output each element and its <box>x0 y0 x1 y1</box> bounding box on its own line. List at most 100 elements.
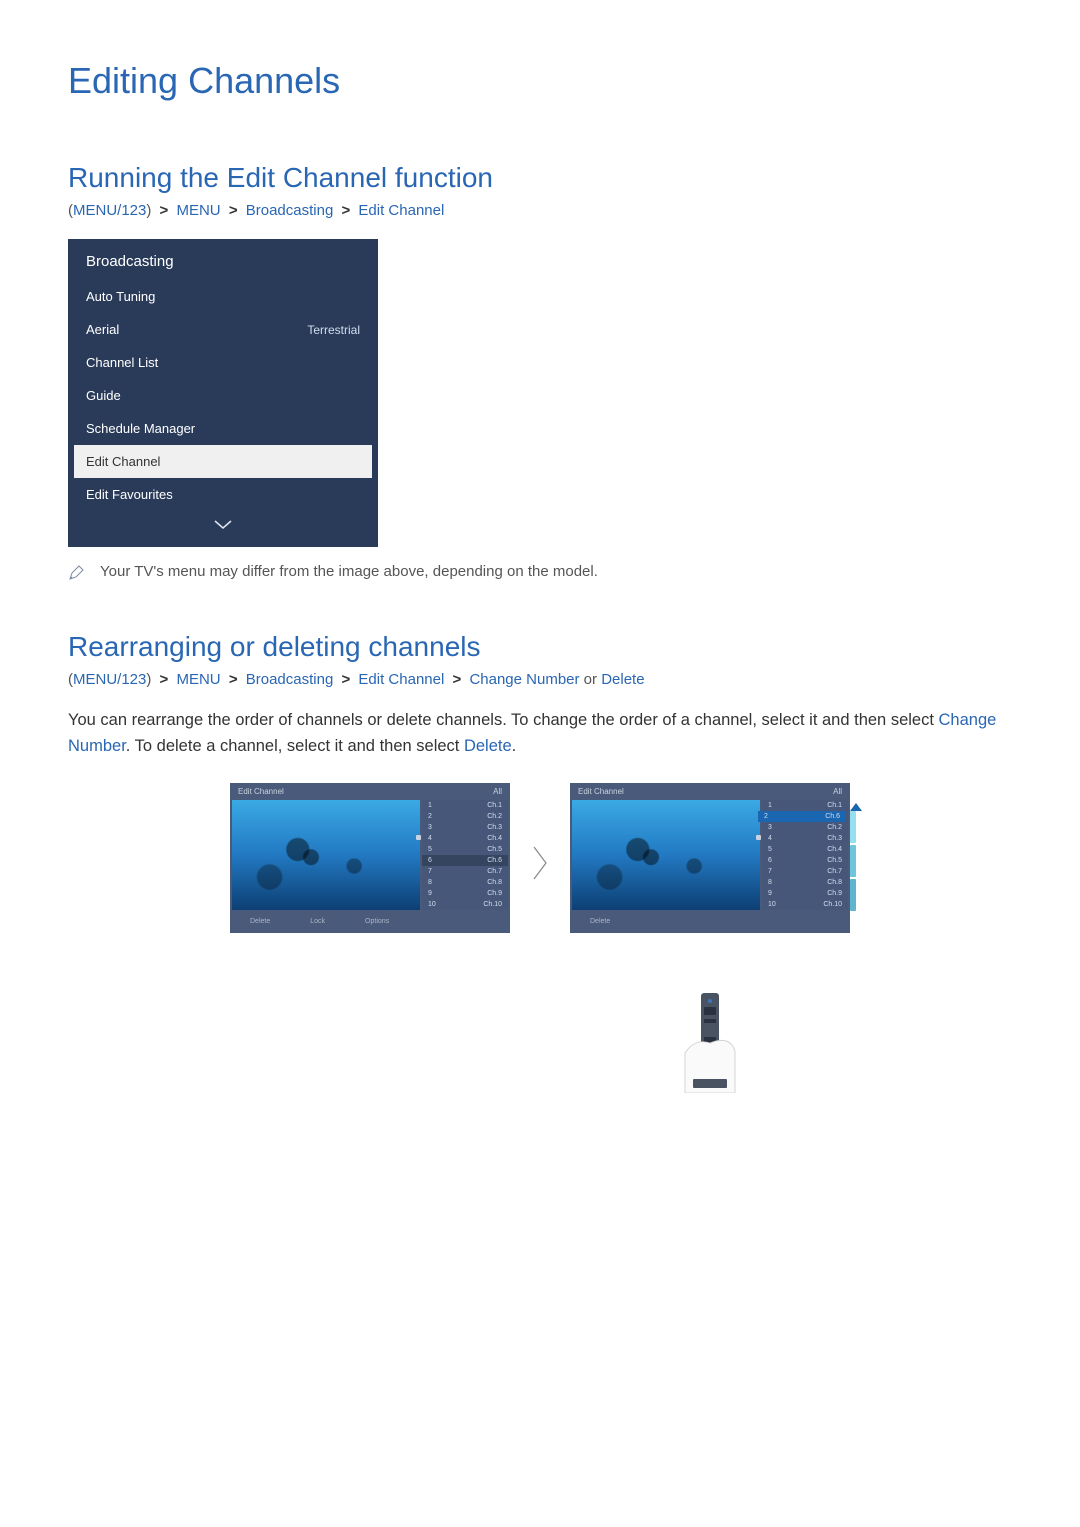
pv-footer-options: Options <box>365 918 389 925</box>
menu-item-label: Aerial <box>86 322 119 337</box>
channel-num: 6 <box>428 857 432 864</box>
channel-row: 2Ch.6 <box>758 811 846 822</box>
note: Your TV's menu may differ from the image… <box>68 563 1012 581</box>
body-pre: You can rearrange the order of channels … <box>68 711 939 729</box>
channel-name: Ch.9 <box>827 890 842 897</box>
bc-menu: MENU <box>176 202 220 219</box>
channel-num: 10 <box>768 901 776 908</box>
body-kw-delete: Delete <box>464 737 512 755</box>
channel-num: 7 <box>428 868 432 875</box>
menu-item: Schedule Manager <box>68 412 378 445</box>
channel-row: 10Ch.10 <box>422 899 508 910</box>
channel-row: 9 Ch.9 <box>422 888 508 899</box>
channel-row: 9 Ch.9 <box>762 888 848 899</box>
channel-name: Ch.3 <box>827 835 842 842</box>
bc-or: or <box>580 671 602 688</box>
menu-item-label: Auto Tuning <box>86 289 155 304</box>
preview-before: Edit Channel All 1Ch.12Ch.23Ch.34Ch.45Ch… <box>230 783 510 933</box>
bc-broadcasting: Broadcasting <box>246 671 334 688</box>
channel-row: 1 Ch.1 <box>422 800 508 811</box>
menu-header: Broadcasting <box>68 239 378 280</box>
page-title: Editing Channels <box>68 60 1012 102</box>
preview-arrow-icon <box>530 783 550 888</box>
pv-channel-list: 1 Ch.1 2 Ch.2 3 Ch.3 4Ch.4 5 Ch.5 6 Ch.6 7 Ch.7 8 Ch.8… <box>422 800 508 910</box>
channel-num: 9 <box>768 890 772 897</box>
pv-footer-lock: Lock <box>310 918 325 925</box>
channel-num: 3 <box>428 824 432 831</box>
pv-channel-list: 1Ch.12Ch.63Ch.24Ch.35Ch.46Ch.57Ch.78Ch.8… <box>762 800 848 910</box>
menu-item-label: Edit Channel <box>86 454 160 469</box>
channel-num: 5 <box>768 846 772 853</box>
tv-menu-screenshot: Broadcasting Auto Tuning AerialTerrestria… <box>68 239 378 547</box>
pv-footer-delete: Delete <box>250 918 270 925</box>
channel-name: Ch.5 <box>487 846 502 853</box>
channel-row: 8 Ch.8 <box>762 877 848 888</box>
body-mid: . To delete a channel, select it and the… <box>126 737 464 755</box>
channel-num: 1 <box>768 802 772 809</box>
bc-paren-close: ) <box>146 671 151 688</box>
bc-sep: > <box>229 671 238 688</box>
channel-name: Ch.10 <box>483 901 502 908</box>
menu-item-label: Schedule Manager <box>86 421 195 436</box>
pv-title: Edit Channel <box>578 787 624 796</box>
bc-delete: Delete <box>601 671 644 688</box>
channel-name: Ch.8 <box>487 879 502 886</box>
pv-filter: All <box>833 787 842 796</box>
remote-hand-illustration <box>675 993 745 1093</box>
bc-menu: MENU <box>176 671 220 688</box>
channel-name: Ch.6 <box>825 813 840 820</box>
channel-num: 8 <box>768 879 772 886</box>
section-heading-2: Rearranging or deleting channels <box>68 631 1012 663</box>
channel-row: 5Ch.4 <box>762 844 848 855</box>
pv-title: Edit Channel <box>238 787 284 796</box>
channel-name: Ch.7 <box>827 868 842 875</box>
bc-sep: > <box>341 202 350 219</box>
channel-row: 3 Ch.3 <box>422 822 508 833</box>
menu-item-label: Guide <box>86 388 121 403</box>
body-paragraph: You can rearrange the order of channels … <box>68 708 1012 759</box>
channel-num: 4 <box>768 835 772 842</box>
bc-sep: > <box>453 671 462 688</box>
channel-name: Ch.1 <box>487 802 502 809</box>
channel-row: 4Ch.4 <box>422 833 508 844</box>
menu-item: Channel List <box>68 346 378 379</box>
channel-name: Ch.3 <box>487 824 502 831</box>
bc-menu123: MENU/123 <box>73 202 146 219</box>
channel-num: 1 <box>428 802 432 809</box>
channel-num: 4 <box>428 835 432 842</box>
menu-item-label: Channel List <box>86 355 158 370</box>
menu-item: Edit Favourites <box>68 478 378 511</box>
channel-name: Ch.8 <box>827 879 842 886</box>
channel-num: 5 <box>428 846 432 853</box>
menu-scroll-down-icon <box>68 511 378 547</box>
menu-item: Edit Channel <box>74 445 372 478</box>
menu-item: AerialTerrestrial <box>68 313 378 346</box>
pv-video-thumb <box>232 800 420 910</box>
channel-row: 1Ch.1 <box>762 800 848 811</box>
preview-row: Edit Channel All 1Ch.12Ch.23Ch.34Ch.45Ch… <box>68 783 1012 1013</box>
channel-row: 3Ch.2 <box>762 822 848 833</box>
channel-name: Ch.2 <box>487 813 502 820</box>
channel-num: 8 <box>428 879 432 886</box>
channel-name: Ch.10 <box>823 901 842 908</box>
pv-video-thumb <box>572 800 760 910</box>
channel-row: 5 Ch.5 <box>422 844 508 855</box>
note-pencil-icon <box>68 565 84 581</box>
channel-num: 2 <box>428 813 432 820</box>
channel-name: Ch.7 <box>487 868 502 875</box>
channel-name: Ch.6 <box>487 857 502 864</box>
bc-broadcasting: Broadcasting <box>246 202 334 219</box>
channel-row: 8 Ch.8 <box>422 877 508 888</box>
bc-menu123: MENU/123 <box>73 671 146 688</box>
channel-name: Ch.9 <box>487 890 502 897</box>
bc-sep: > <box>341 671 350 688</box>
channel-row: 4 Ch.3 <box>762 833 848 844</box>
bc-sep: > <box>160 671 169 688</box>
bc-edit-channel: Edit Channel <box>358 671 444 688</box>
channel-name: Ch.2 <box>827 824 842 831</box>
bc-edit-channel: Edit Channel <box>358 202 444 219</box>
channel-row: 7Ch.7 <box>762 866 848 877</box>
bc-paren-close: ) <box>146 202 151 219</box>
channel-num: 9 <box>428 890 432 897</box>
body-end: . <box>512 737 517 755</box>
